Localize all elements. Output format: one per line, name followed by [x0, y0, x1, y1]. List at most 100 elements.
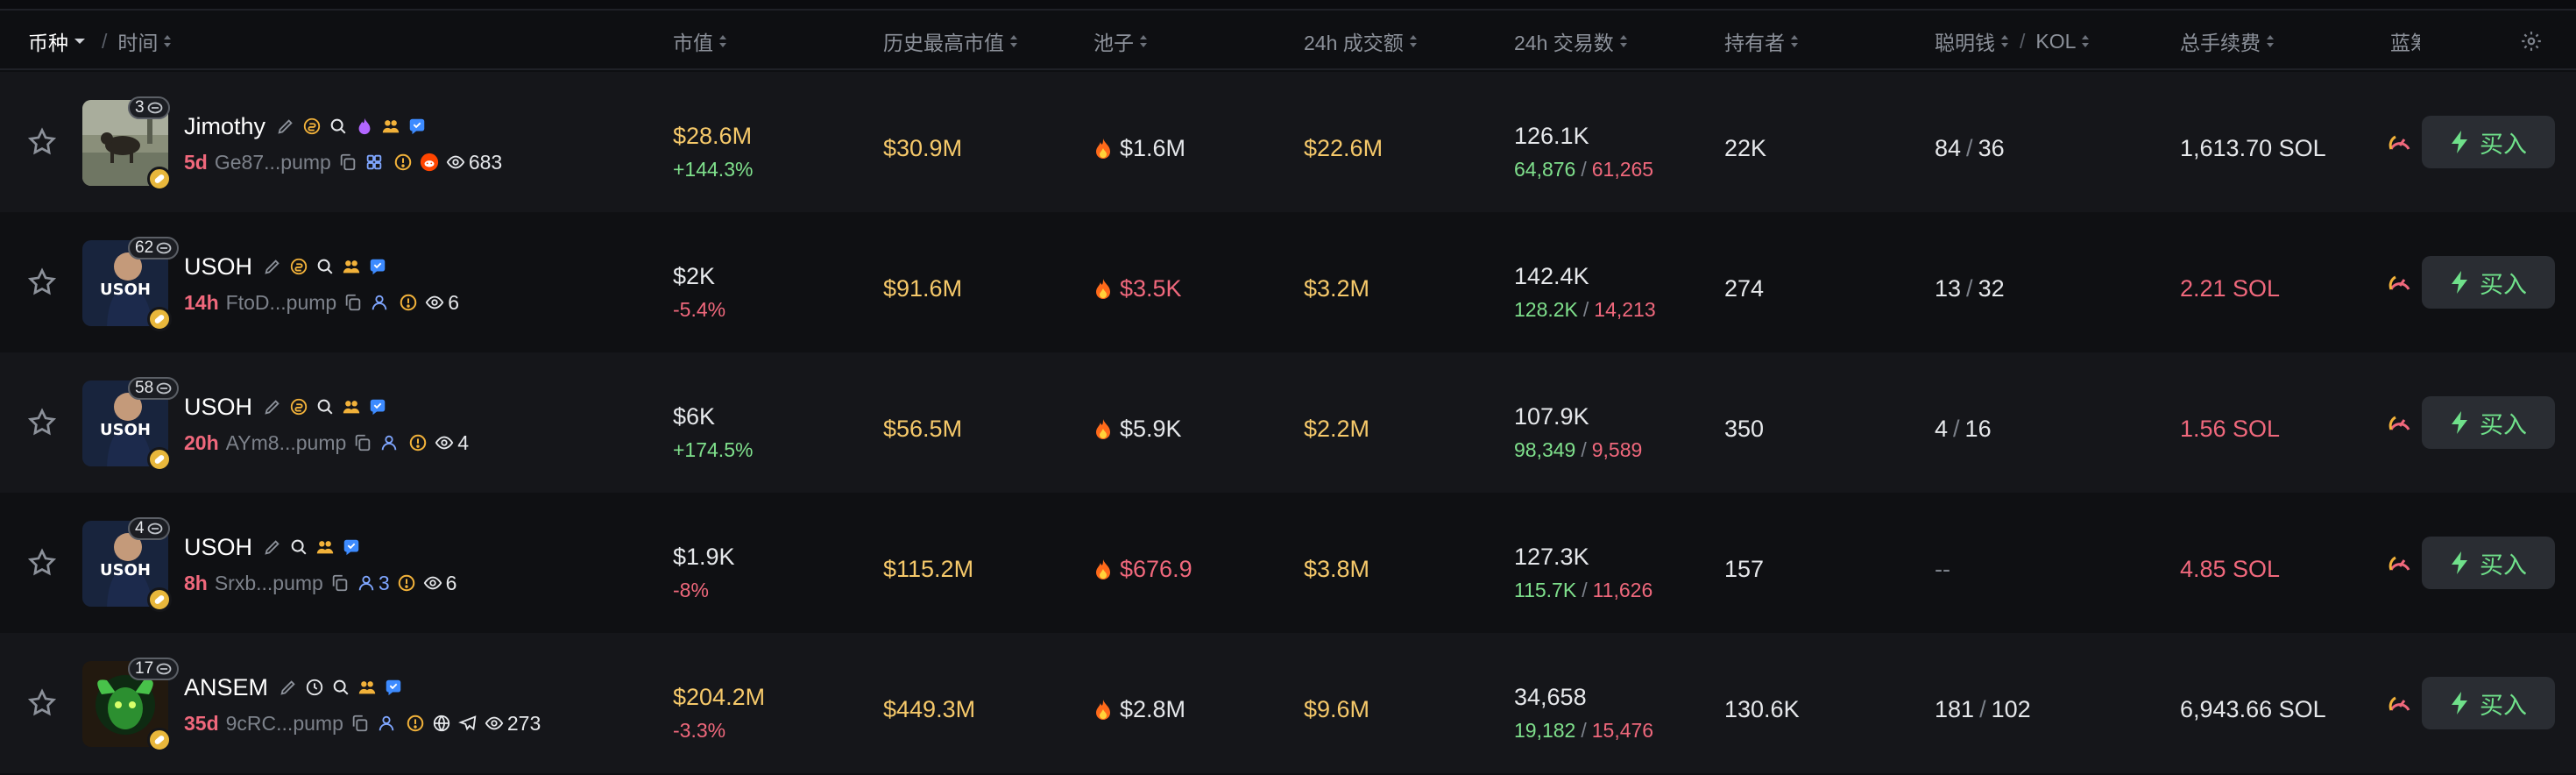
token-age: 8h	[184, 571, 208, 594]
buy-button[interactable]: 买入	[2422, 537, 2555, 589]
settings-gear-icon[interactable]	[2520, 12, 2543, 70]
edit-icon[interactable]	[263, 397, 282, 416]
header-holders[interactable]: 持有者	[1724, 12, 1799, 70]
header-pool[interactable]: 池子	[1093, 12, 1148, 70]
favorite-star-icon[interactable]	[26, 687, 58, 719]
copy-icon[interactable]	[353, 433, 372, 452]
header-separator: /	[102, 29, 108, 53]
buys-sells: 64,876/61,265	[1514, 158, 1653, 181]
holder-indicator	[379, 433, 401, 452]
table-row[interactable]: USOH 58 USOH 20h AYm8...pump 4 $6K +174.…	[0, 352, 2576, 493]
buy-button[interactable]: 买入	[2422, 256, 2555, 309]
warning-icon	[394, 153, 412, 171]
header-total-fees[interactable]: 总手续费	[2180, 12, 2275, 70]
reddit-icon[interactable]	[420, 153, 439, 172]
token-address[interactable]: Ge87...pump	[215, 151, 331, 174]
header-txns-24h[interactable]: 24h 交易数	[1514, 12, 1628, 70]
header-volume-24h[interactable]: 24h 成交额	[1304, 12, 1418, 70]
token-meta-line: 8h Srxb...pump 3 6	[184, 568, 456, 598]
header-ath-market-cap[interactable]: 历史最高市值	[883, 12, 1018, 70]
buys-sells: 128.2K/14,213	[1514, 298, 1656, 322]
user-icon	[372, 295, 387, 310]
buys-sells: 19,182/15,476	[1514, 719, 1653, 743]
table-row[interactable]: USOH 62 USOH 14h FtoD...pump 6 $2K -5.4%…	[0, 212, 2576, 352]
buy-count: 19,182	[1514, 719, 1576, 742]
search-icon[interactable]	[331, 678, 350, 697]
buy-count: 64,876	[1514, 158, 1576, 181]
token-address[interactable]: AYm8...pump	[226, 431, 347, 455]
token-name[interactable]: USOH	[184, 253, 252, 281]
globe-icon[interactable]	[432, 714, 451, 733]
txns-24h: 126.1K	[1514, 123, 1589, 149]
copy-icon[interactable]	[343, 293, 363, 312]
token-age: 35d	[184, 711, 219, 735]
header-coin[interactable]: 币种	[28, 12, 86, 70]
gauge-icon	[2388, 696, 2410, 711]
favorite-star-icon[interactable]	[26, 126, 58, 158]
token-age: 14h	[184, 290, 219, 314]
sort-icon	[2081, 34, 2090, 48]
token-name[interactable]: ANSEM	[184, 674, 268, 701]
favorite-star-icon[interactable]	[26, 547, 58, 579]
edit-icon[interactable]	[279, 678, 298, 697]
search-icon[interactable]	[329, 117, 348, 136]
header-market-cap[interactable]: 市值	[673, 12, 727, 70]
favorite-star-icon[interactable]	[26, 267, 58, 298]
token-address[interactable]: 9cRC...pump	[226, 712, 343, 736]
favorite-star-icon[interactable]	[26, 407, 58, 438]
team-icon	[382, 120, 400, 133]
view-count: 6	[425, 291, 459, 315]
token-name[interactable]: USOH	[184, 394, 252, 421]
table-row[interactable]: 3 Jimothy 5d Ge87...pump 683 $28.6M +144…	[0, 72, 2576, 212]
copy-icon[interactable]	[330, 573, 350, 593]
market-cap-change: -8%	[673, 579, 709, 601]
pool-value: $2.8M	[1120, 696, 1186, 722]
edit-icon[interactable]	[263, 257, 282, 276]
edit-icon[interactable]	[276, 117, 295, 136]
table-row[interactable]: 17 ANSEM 35d 9cRC...pump 273 $204.2M -3.…	[0, 633, 2576, 773]
eye-icon	[425, 295, 444, 309]
token-name-line: USOH	[184, 531, 361, 563]
sort-icon	[163, 34, 172, 48]
lightning-icon	[2452, 131, 2467, 153]
link-icon	[156, 663, 172, 675]
token-meta-line: 5d Ge87...pump 683	[184, 147, 502, 177]
copy-icon[interactable]	[338, 153, 357, 172]
telegram-icon[interactable]	[457, 714, 478, 733]
eye-icon	[485, 716, 504, 730]
token-address[interactable]: Srxb...pump	[215, 572, 323, 595]
volume-24h: $22.6M	[1304, 135, 1384, 161]
token-name-line: Jimothy	[184, 110, 427, 142]
edit-icon[interactable]	[263, 537, 282, 557]
svg-text:USOH: USOH	[100, 281, 151, 299]
view-count: 6	[423, 572, 456, 595]
token-name-line: USOH	[184, 251, 387, 282]
pool-value: $3.5K	[1120, 275, 1182, 302]
header-time[interactable]: / 时间	[91, 12, 172, 70]
token-address[interactable]: FtoD...pump	[226, 291, 337, 315]
table-row[interactable]: USOH 4 USOH 8h Srxb...pump 3 6 $1.9K -8%…	[0, 493, 2576, 633]
buy-button[interactable]: 买入	[2422, 116, 2555, 168]
gauge-icon	[2388, 416, 2410, 430]
pump-pill-icon	[147, 587, 172, 612]
copy-icon[interactable]	[350, 714, 370, 733]
header-smart-money-kol[interactable]: 聪明钱 / KOL	[1935, 12, 2090, 70]
token-name[interactable]: Jimothy	[184, 113, 265, 140]
market-cap-change: +174.5%	[673, 438, 754, 461]
view-count: 4	[435, 431, 469, 455]
market-cap-change: -5.4%	[673, 298, 726, 321]
header-blue-chip[interactable]: 蓝筹	[2390, 12, 2420, 70]
lightning-icon	[2452, 271, 2467, 294]
search-icon[interactable]	[289, 537, 308, 557]
market-cap: $28.6M	[673, 123, 753, 149]
link-icon	[156, 382, 172, 395]
market-cap: $6K	[673, 403, 716, 430]
buy-button[interactable]: 买入	[2422, 677, 2555, 729]
search-icon[interactable]	[315, 397, 335, 416]
coin-icon	[290, 398, 308, 416]
search-icon[interactable]	[315, 257, 335, 276]
token-name[interactable]: USOH	[184, 534, 252, 561]
view-count: 273	[485, 712, 541, 736]
buy-button[interactable]: 买入	[2422, 396, 2555, 449]
volume-24h: $3.2M	[1304, 275, 1370, 302]
